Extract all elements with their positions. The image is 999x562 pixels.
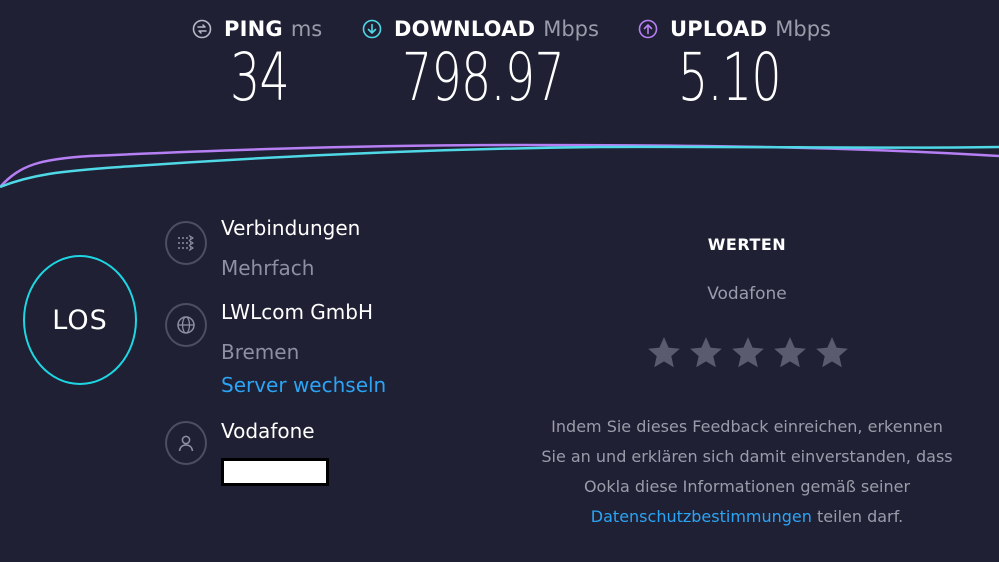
- star-icon-3[interactable]: [729, 334, 767, 372]
- disclaimer-line-2: Sie an und erklären sich damit einversta…: [541, 447, 953, 466]
- download-value: 798.97: [402, 39, 565, 116]
- start-test-button[interactable]: LOS: [23, 255, 137, 385]
- disclaimer-end: teilen darf.: [811, 507, 904, 526]
- speedtest-result-page: PING ms 34 DOWNLOAD Mbps 798.97 UPLOAD M…: [0, 0, 999, 562]
- change-server-link[interactable]: Server wechseln: [221, 373, 386, 397]
- disclaimer-line-4: Datenschutzbestimmungen teilen darf.: [500, 502, 994, 532]
- redacted-ip-box: [221, 458, 329, 486]
- disclaimer-line-1: Indem Sie dieses Feedback einreichen, er…: [551, 417, 943, 436]
- download-unit: Mbps: [543, 17, 599, 41]
- star-icon-4[interactable]: [771, 334, 809, 372]
- star-rating: [645, 334, 851, 372]
- ping-header: PING ms: [192, 17, 322, 41]
- upload-arrow-icon: [638, 19, 658, 39]
- upload-metric: UPLOAD Mbps 5.10: [638, 0, 858, 130]
- ping-icon: [192, 19, 212, 39]
- ping-metric: PING ms 34: [192, 0, 342, 130]
- globe-icon: [165, 303, 207, 347]
- provider-name: Vodafone: [221, 419, 315, 443]
- download-label: DOWNLOAD: [394, 17, 536, 41]
- server-location: Bremen: [221, 340, 300, 364]
- download-header: DOWNLOAD Mbps: [362, 17, 599, 41]
- ping-label: PING: [224, 17, 283, 41]
- connections-title: Verbindungen: [221, 216, 361, 240]
- connections-mode: Mehrfach: [221, 256, 315, 280]
- upload-unit: Mbps: [775, 17, 831, 41]
- upload-label: UPLOAD: [670, 17, 768, 41]
- user-icon: [165, 421, 207, 465]
- rating-provider: Vodafone: [707, 284, 787, 304]
- star-icon-2[interactable]: [687, 334, 725, 372]
- server-name: LWLcom GmbH: [221, 300, 374, 324]
- download-arrow-icon: [362, 19, 382, 39]
- download-metric: DOWNLOAD Mbps 798.97: [362, 0, 602, 130]
- feedback-disclaimer: Indem Sie dieses Feedback einreichen, er…: [500, 412, 994, 532]
- star-icon-5[interactable]: [813, 334, 851, 372]
- star-icon-1[interactable]: [645, 334, 683, 372]
- ping-unit: ms: [290, 17, 323, 41]
- disclaimer-line-3: Ookla diese Informationen gemäß seiner: [583, 477, 911, 496]
- privacy-policy-link[interactable]: Datenschutzbestimmungen: [591, 507, 812, 526]
- upload-header: UPLOAD Mbps: [638, 17, 831, 41]
- connections-icon: [165, 221, 207, 265]
- ping-value: 34: [230, 39, 290, 116]
- upload-value: 5.10: [678, 39, 782, 116]
- start-test-label: LOS: [52, 304, 108, 336]
- speed-graph: [0, 143, 999, 189]
- rating-title: WERTEN: [707, 235, 787, 254]
